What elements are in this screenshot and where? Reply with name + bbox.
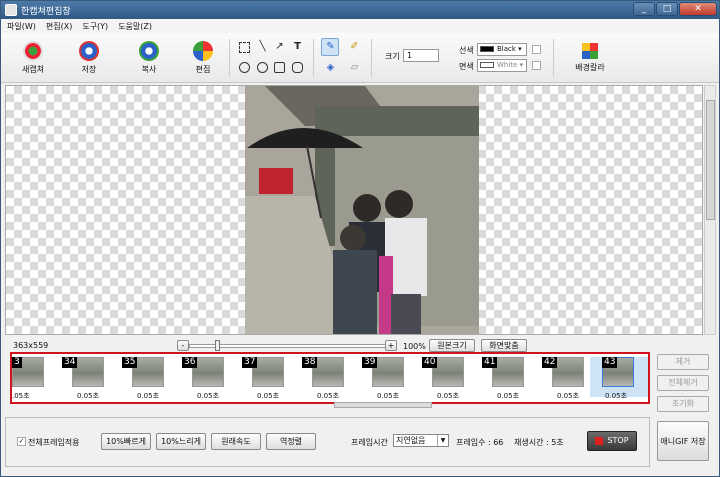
remove-frame-button[interactable]: 제거 — [657, 354, 709, 370]
stop-button[interactable]: STOP — [587, 431, 637, 451]
reverse-order-button[interactable]: 역정렬 — [266, 433, 316, 450]
line-color-picker[interactable]: Black ▾ — [477, 43, 527, 56]
frame-thumbnail[interactable]: 39 0.05초 — [362, 357, 406, 400]
zoom-slider-thumb[interactable] — [215, 340, 220, 351]
vertical-scrollbar[interactable] — [704, 85, 716, 335]
save-icon — [79, 41, 99, 61]
pen-icon[interactable]: ✎ — [325, 41, 336, 52]
fill-color-picker[interactable]: White ▾ — [477, 59, 527, 72]
reset-button[interactable]: 초기화 — [657, 396, 709, 412]
apply-all-frames-checkbox[interactable]: ✓ — [17, 437, 26, 446]
color-grid-icon — [582, 43, 598, 59]
toolbar: 새캡쳐 저장 ▾ 복사 편집 ╲ ↗ T ✎ ✐ ◈ ▱ 크기 1 선색 Bla… — [1, 33, 719, 92]
fill-color-label: 면색 — [459, 62, 474, 71]
play-time: 재생시간 : 5초 — [514, 438, 564, 447]
frame-thumbnail-selected[interactable]: 43 0.05초 — [590, 357, 648, 400]
frame-strip-scrollbar[interactable] — [334, 402, 432, 408]
copy-button[interactable]: 복사 — [127, 39, 171, 79]
line-icon[interactable]: ╲ — [257, 41, 268, 52]
faster-button[interactable]: 10%빠르게 — [101, 433, 151, 450]
size-spinner[interactable]: 1 — [403, 49, 439, 62]
zoom-in-button[interactable]: + — [385, 340, 397, 351]
stop-icon — [595, 436, 604, 445]
editor-window: 한캡쳐편집창 _ □ ✕ 파일(W) 편집(X) 도구(Y) 도움말(Z) 새캡… — [0, 0, 720, 477]
frame-thumbnail[interactable]: 38 0.05초 — [302, 357, 346, 400]
arrow-icon[interactable]: ↗ — [274, 41, 285, 52]
camera-icon — [23, 41, 43, 61]
menu-tools[interactable]: 도구(Y) — [82, 21, 108, 32]
frame-thumbnail[interactable]: 3.05초 — [12, 357, 46, 400]
frame-count: 프레임수 : 66 — [456, 438, 504, 447]
fill-bucket-icon[interactable]: ◈ — [325, 62, 336, 73]
menu-help[interactable]: 도움말(Z) — [118, 21, 152, 32]
menu-file[interactable]: 파일(W) — [7, 21, 36, 32]
frame-thumbnail[interactable]: 42 0.05초 — [542, 357, 586, 400]
size-label: 크기 — [385, 52, 400, 61]
edited-image[interactable] — [245, 86, 479, 334]
rect-select-icon[interactable] — [239, 42, 250, 53]
maximize-button[interactable]: □ — [656, 2, 678, 16]
minimize-button[interactable]: _ — [633, 2, 655, 16]
save-button[interactable]: 저장 — [67, 39, 111, 79]
slower-button[interactable]: 10%느리게 — [156, 433, 206, 450]
ellipse-select-icon[interactable] — [239, 62, 250, 73]
eraser-icon[interactable]: ▱ — [349, 62, 360, 73]
save-gif-button[interactable]: 애니GIF 저장 — [657, 421, 709, 461]
frame-thumbnail[interactable]: 36 0.05초 — [182, 357, 226, 400]
edit-button[interactable]: 편집 — [181, 39, 225, 79]
zoom-percent: 100% — [403, 342, 426, 351]
brush-icon[interactable]: ✐ — [349, 41, 360, 52]
new-capture-button[interactable]: 새캡쳐 — [11, 39, 55, 79]
original-speed-button[interactable]: 원래속도 — [211, 433, 261, 450]
ellipse-icon[interactable] — [257, 62, 268, 73]
fit-screen-button[interactable]: 화면맞춤 — [481, 339, 527, 352]
fill-color-checkbox[interactable] — [532, 61, 541, 70]
zoom-out-button[interactable]: - — [177, 340, 189, 351]
line-color-checkbox[interactable] — [532, 45, 541, 54]
frame-thumbnail[interactable]: 37 0.05초 — [242, 357, 286, 400]
title-bar: 한캡쳐편집창 _ □ ✕ — [1, 1, 719, 19]
app-icon — [5, 4, 17, 16]
rounded-rect-icon[interactable] — [292, 62, 303, 73]
frame-thumbnail[interactable]: 41 0.05초 — [482, 357, 526, 400]
frame-thumbnail[interactable]: 35 0.05초 — [122, 357, 166, 400]
chevron-down-icon: ▼ — [437, 435, 448, 446]
window-title: 한캡쳐편집창 — [21, 6, 71, 17]
menu-edit[interactable]: 편집(X) — [46, 21, 72, 32]
text-icon[interactable]: T — [292, 41, 303, 52]
palette-icon — [193, 41, 213, 61]
remove-all-frames-button[interactable]: 전체제거 — [657, 375, 709, 391]
original-size-button[interactable]: 원본크기 — [429, 339, 475, 352]
close-button[interactable]: ✕ — [679, 2, 717, 16]
line-color-label: 선색 — [459, 46, 474, 55]
copy-icon — [139, 41, 159, 61]
rectangle-icon[interactable] — [274, 62, 285, 73]
frame-strip: 3.05초 34 0.05초 35 0.05초 36 0.05초 37 0.05초 38… — [10, 352, 650, 404]
frame-thumbnail[interactable]: 40 0.05초 — [422, 357, 466, 400]
image-dimensions: 363x559 — [13, 341, 49, 350]
menu-bar: 파일(W) 편집(X) 도구(Y) 도움말(Z) — [1, 19, 719, 33]
background-color-button[interactable]: 배경칼라 — [565, 39, 615, 79]
frame-time-label: 프레임시간 — [351, 438, 388, 447]
apply-all-frames-label: 전체프레임적용 — [28, 438, 80, 447]
frame-time-select[interactable]: 지연없음 ▼ — [393, 434, 449, 447]
frame-thumbnail[interactable]: 34 0.05초 — [62, 357, 106, 400]
